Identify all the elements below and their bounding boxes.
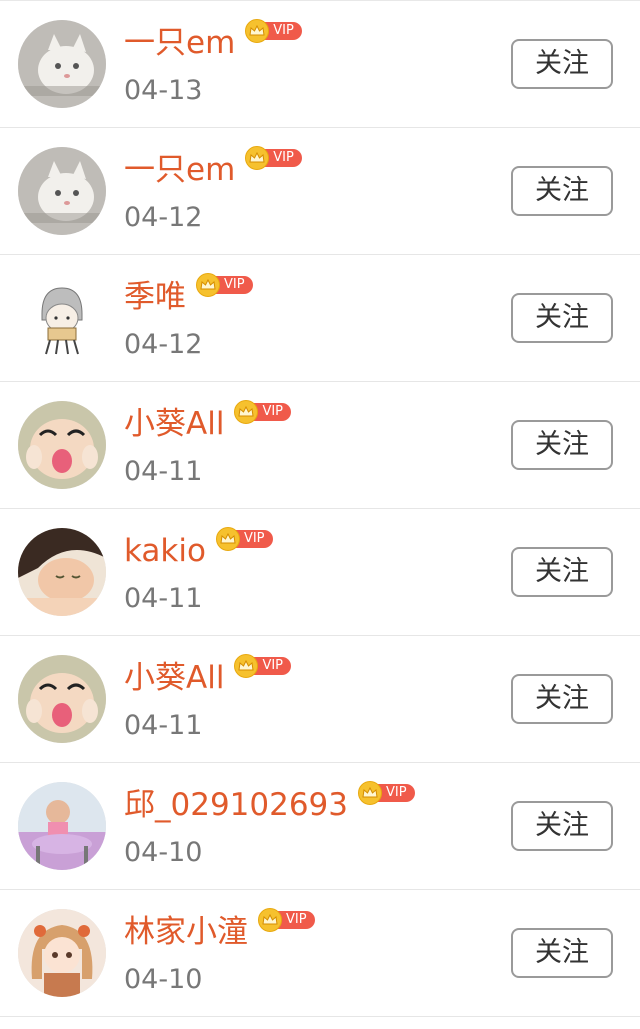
follow-date: 04-11 — [124, 583, 203, 614]
crown-icon — [358, 781, 383, 805]
list-item[interactable]: 一只em VIP 04-13 关注 — [0, 1, 640, 128]
follow-date: 04-10 — [124, 837, 203, 868]
name-line: 邱_029102693 VIP — [124, 781, 415, 827]
user-name[interactable]: 一只em — [124, 21, 235, 65]
crown-icon — [215, 527, 240, 551]
follow-date: 04-12 — [124, 329, 203, 360]
follow-button[interactable]: 关注 — [511, 674, 613, 724]
follow-button[interactable]: 关注 — [511, 420, 613, 470]
vip-badge: VIP — [215, 527, 273, 551]
list-item[interactable]: 林家小潼 VIP 04-10 关注 — [0, 890, 640, 1017]
vip-badge: VIP — [234, 654, 292, 678]
cat-avatar[interactable] — [18, 147, 106, 235]
vip-badge: VIP — [234, 400, 292, 424]
user-name[interactable]: 邱_029102693 — [124, 783, 348, 827]
vip-badge: VIP — [196, 273, 253, 297]
anime-girl-avatar[interactable] — [18, 909, 106, 997]
follow-button[interactable]: 关注 — [511, 928, 613, 978]
list-item[interactable]: 邱_029102693 VIP 04-10 关注 — [0, 763, 640, 890]
list-item[interactable]: 一只em VIP 04-12 关注 — [0, 128, 640, 255]
crown-icon — [258, 908, 282, 932]
name-line: 林家小潼 VIP — [124, 908, 315, 954]
user-name[interactable]: 一只em — [124, 148, 235, 192]
list-item[interactable]: kakio VIP 04-11 关注 — [0, 509, 640, 636]
vip-badge: VIP — [358, 781, 415, 805]
follow-button[interactable]: 关注 — [511, 547, 613, 597]
follow-date: 04-12 — [124, 202, 203, 233]
follow-date: 04-10 — [124, 964, 203, 995]
name-line: 一只em VIP — [124, 19, 302, 65]
sleeping-child-avatar[interactable] — [18, 528, 106, 616]
follow-date: 04-11 — [124, 456, 203, 487]
list-item[interactable]: 小葵All VIP 04-11 关注 — [0, 382, 640, 509]
list-item[interactable]: 小葵All VIP 04-11 关注 — [0, 636, 640, 763]
follow-button[interactable]: 关注 — [511, 166, 613, 216]
crown-icon — [196, 273, 220, 297]
vip-badge: VIP — [245, 146, 302, 170]
name-line: 小葵All VIP — [124, 654, 292, 700]
name-line: 季唯 VIP — [124, 273, 253, 319]
follow-button[interactable]: 关注 — [511, 801, 613, 851]
name-line: kakio VIP — [124, 527, 273, 573]
user-name[interactable]: 小葵All — [124, 402, 224, 446]
follow-button[interactable]: 关注 — [511, 293, 613, 343]
user-name[interactable]: 林家小潼 — [124, 910, 248, 954]
crying-cartoon-avatar[interactable] — [18, 401, 106, 489]
user-name[interactable]: 小葵All — [124, 656, 224, 700]
name-line: 小葵All VIP — [124, 400, 292, 446]
list-item[interactable]: 季唯 VIP 04-12 关注 — [0, 255, 640, 382]
user-name[interactable]: 季唯 — [124, 275, 186, 319]
follow-date: 04-13 — [124, 75, 203, 106]
follower-list: 一只em VIP 04-13 关注 一只em VIP 04-12 关注 季唯 V… — [0, 0, 640, 1017]
cartoon-girl-avatar[interactable] — [18, 274, 106, 362]
vip-badge: VIP — [258, 908, 315, 932]
name-line: 一只em VIP — [124, 146, 302, 192]
user-name[interactable]: kakio — [124, 529, 206, 573]
follow-date: 04-11 — [124, 710, 203, 741]
crying-cartoon-avatar[interactable] — [18, 655, 106, 743]
vip-badge: VIP — [245, 19, 302, 43]
follow-button[interactable]: 关注 — [511, 39, 613, 89]
baby-photo-avatar[interactable] — [18, 782, 106, 870]
cat-avatar[interactable] — [18, 20, 106, 108]
